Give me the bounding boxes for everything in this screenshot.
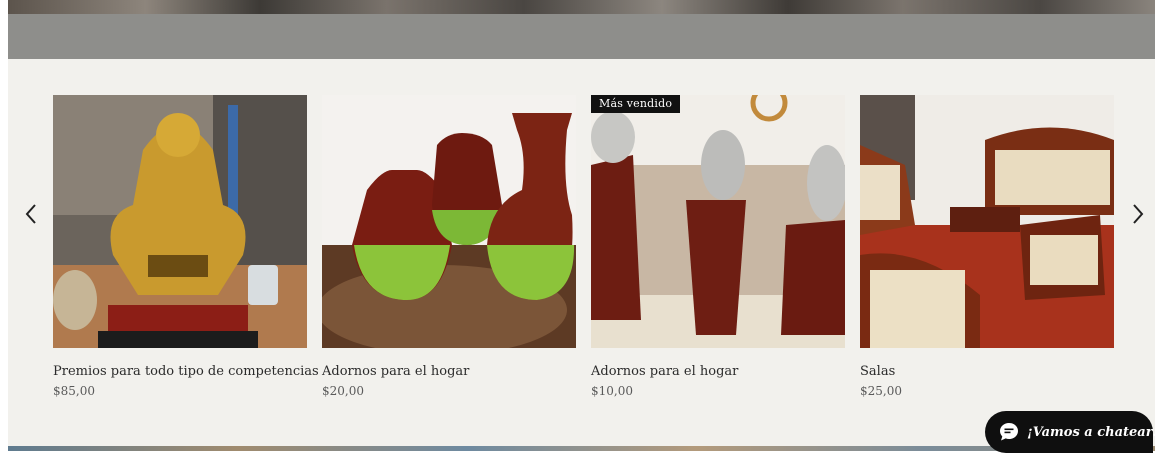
product-name[interactable]: Adornos para el hogar xyxy=(591,364,845,379)
product-price: $85,00 xyxy=(53,384,95,398)
product-image-sofa-set[interactable] xyxy=(860,95,1114,348)
chat-widget-label: ¡Vamos a chatear! xyxy=(1027,424,1155,440)
product-card[interactable]: Más vendido Adornos para el hogar $10,00 xyxy=(591,95,845,398)
hero-image-strip xyxy=(8,0,1155,14)
product-image-vases[interactable] xyxy=(322,95,576,348)
chat-widget-button[interactable]: ¡Vamos a chatear! xyxy=(985,411,1155,453)
page-frame: Premios para todo tipo de competencias $… xyxy=(8,0,1155,451)
product-image-pedestals[interactable]: Más vendido xyxy=(591,95,845,348)
next-section-image-strip xyxy=(8,446,1155,451)
product-card[interactable]: Premios para todo tipo de competencias $… xyxy=(53,95,319,398)
chevron-right-icon xyxy=(1133,204,1144,224)
carousel-next-button[interactable] xyxy=(1125,201,1151,227)
best-seller-badge: Más vendido xyxy=(591,95,681,113)
product-price: $25,00 xyxy=(860,384,902,398)
product-card[interactable]: Adornos para el hogar $20,00 xyxy=(322,95,576,398)
product-price: $10,00 xyxy=(591,384,633,398)
section-divider-band xyxy=(8,14,1155,59)
product-image-trophy[interactable] xyxy=(53,95,307,348)
chat-bubble-icon xyxy=(1000,423,1018,441)
product-carousel: Premios para todo tipo de competencias $… xyxy=(8,59,1155,446)
carousel-prev-button[interactable] xyxy=(18,201,44,227)
product-name[interactable]: Premios para todo tipo de competencias xyxy=(53,364,319,379)
product-name[interactable]: Adornos para el hogar xyxy=(322,364,576,379)
product-price: $20,00 xyxy=(322,384,364,398)
product-card[interactable]: Salas $25,00 xyxy=(860,95,1114,398)
product-name[interactable]: Salas xyxy=(860,364,1114,379)
chevron-left-icon xyxy=(25,204,36,224)
